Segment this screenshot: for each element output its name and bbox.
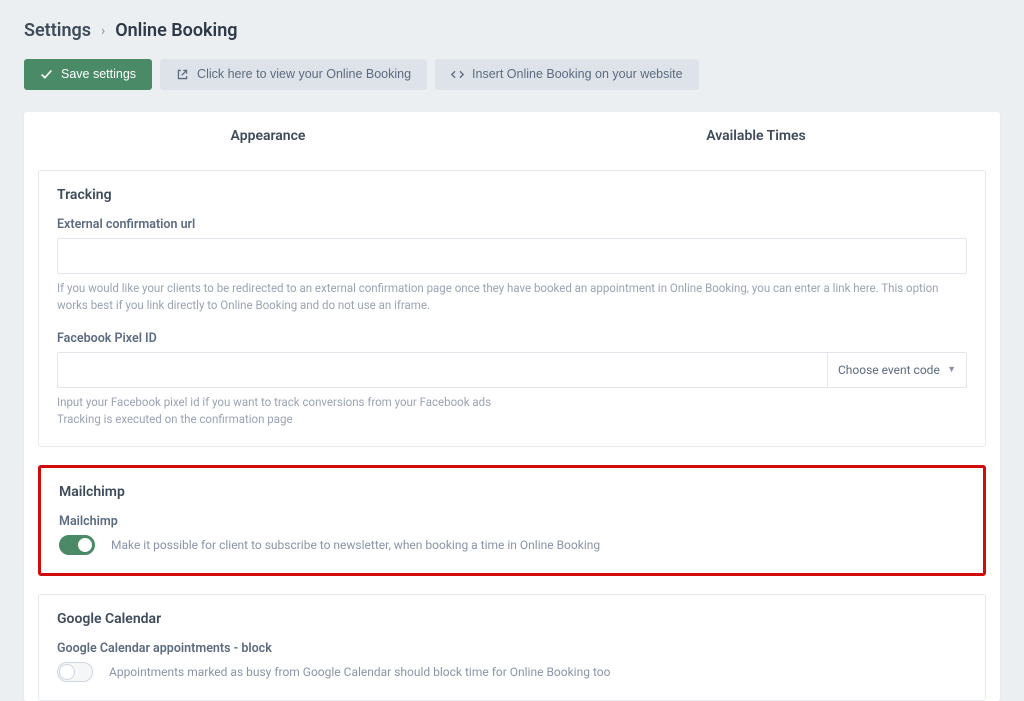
action-bar: Save settings Click here to view your On…	[24, 59, 1000, 90]
external-url-input[interactable]	[57, 238, 967, 274]
pixel-input[interactable]	[57, 352, 827, 388]
google-calendar-title: Google Calendar	[57, 611, 967, 627]
settings-card: Appearance Available Times Tracking Exte…	[24, 112, 1000, 701]
caret-down-icon: ▼	[947, 364, 956, 375]
view-online-booking-label: Click here to view your Online Booking	[197, 68, 411, 81]
pixel-help-2: Tracking is executed on the confirmation…	[57, 411, 967, 428]
mailchimp-title: Mailchimp	[59, 484, 965, 500]
mailchimp-toggle[interactable]	[59, 535, 95, 555]
breadcrumb-current: Online Booking	[115, 20, 237, 41]
view-online-booking-button[interactable]: Click here to view your Online Booking	[160, 59, 427, 90]
google-calendar-panel: Google Calendar Google Calendar appointm…	[38, 594, 986, 701]
chevron-right-icon: ›	[101, 23, 105, 39]
pixel-help-1: Input your Facebook pixel id if you want…	[57, 394, 967, 411]
external-url-field: External confirmation url If you would l…	[57, 217, 967, 315]
check-icon	[40, 68, 53, 81]
google-calendar-label: Google Calendar appointments - block	[57, 641, 967, 656]
mailchimp-panel: Mailchimp Mailchimp Make it possible for…	[38, 465, 986, 576]
tabs: Appearance Available Times	[24, 112, 1000, 160]
external-url-help: If you would like your clients to be red…	[57, 280, 967, 315]
external-link-icon	[176, 68, 189, 81]
mailchimp-label: Mailchimp	[59, 514, 965, 529]
insert-online-booking-button[interactable]: Insert Online Booking on your website	[435, 59, 699, 90]
pixel-field: Facebook Pixel ID Choose event code ▼ In…	[57, 331, 967, 429]
breadcrumb: Settings › Online Booking	[24, 20, 1000, 41]
event-code-select[interactable]: Choose event code ▼	[827, 352, 967, 388]
breadcrumb-root[interactable]: Settings	[24, 20, 91, 41]
save-settings-label: Save settings	[61, 68, 136, 81]
pixel-label: Facebook Pixel ID	[57, 331, 967, 346]
google-calendar-description: Appointments marked as busy from Google …	[109, 665, 610, 679]
insert-online-booking-label: Insert Online Booking on your website	[472, 68, 683, 81]
event-code-select-label: Choose event code	[838, 363, 940, 377]
code-icon	[451, 68, 464, 81]
tab-available-times[interactable]: Available Times	[512, 114, 1000, 158]
save-settings-button[interactable]: Save settings	[24, 59, 152, 90]
mailchimp-description: Make it possible for client to subscribe…	[111, 538, 600, 552]
google-calendar-toggle[interactable]	[57, 662, 93, 682]
external-url-label: External confirmation url	[57, 217, 967, 232]
tab-appearance[interactable]: Appearance	[24, 114, 512, 158]
tracking-panel: Tracking External confirmation url If yo…	[38, 170, 986, 447]
tracking-title: Tracking	[57, 187, 967, 203]
